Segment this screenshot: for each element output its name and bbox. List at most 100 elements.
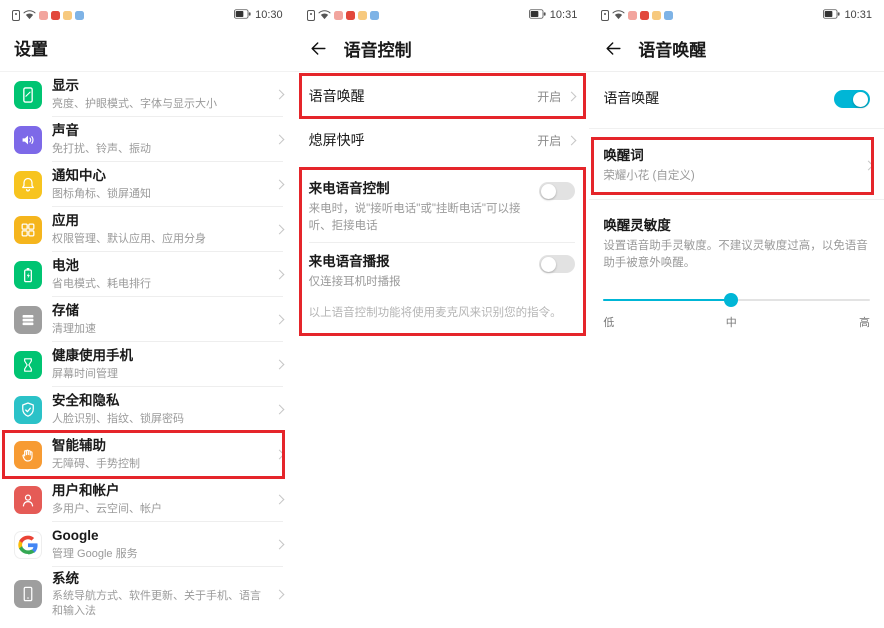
voice-wakeup-label: 语音唤醒 xyxy=(603,88,834,108)
settings-item-subtitle: 省电模式、耗电排行 xyxy=(52,277,268,292)
battery-icon xyxy=(529,6,546,24)
slider-thumb[interactable] xyxy=(724,293,738,307)
sensitivity-slider[interactable] xyxy=(603,292,870,308)
app-notification-badge-1-icon xyxy=(334,11,343,20)
chevron-right-icon xyxy=(274,450,284,460)
shield-icon xyxy=(14,396,42,424)
settings-item-google[interactable]: Google管理 Google 服务 xyxy=(0,522,295,567)
chevron-right-icon xyxy=(274,135,284,145)
toggle-row-subtitle: 来电时，说"接听电话"或"挂断电话"可以接听、拒接电话 xyxy=(309,201,528,234)
settings-item-sound[interactable]: 声音免打扰、铃声、振动 xyxy=(0,117,295,162)
tick-low: 低 xyxy=(603,314,614,330)
settings-item-user[interactable]: 用户和帐户多用户、云空间、帐户 xyxy=(0,477,295,522)
settings-item-storage[interactable]: 存储清理加速 xyxy=(0,297,295,342)
voice-control-row[interactable]: 熄屏快呼开启 xyxy=(295,120,590,160)
panel-voice-control: 10:31 语音控制 语音唤醒开启熄屏快呼开启 来电语音控制来电时，说"接听电话… xyxy=(295,0,590,628)
wake-word-row[interactable]: 唤醒词 荣耀小花 (自定义) xyxy=(589,139,884,193)
back-arrow-icon[interactable] xyxy=(603,39,623,59)
header-title: 语音控制 xyxy=(344,36,412,61)
settings-item-label: 系统 xyxy=(52,570,268,588)
chevron-right-icon xyxy=(274,405,284,415)
settings-item-label: 应用 xyxy=(52,212,268,230)
back-arrow-icon[interactable] xyxy=(309,39,329,59)
storage-icon xyxy=(14,306,42,334)
wake-word-value: 荣耀小花 (自定义) xyxy=(603,168,865,185)
hand-icon xyxy=(14,441,42,469)
settings-item-display[interactable]: 显示亮度、护眼模式、字体与显示大小 xyxy=(0,72,295,117)
toggle-switch[interactable] xyxy=(539,255,575,273)
google-icon xyxy=(14,531,42,559)
chevron-right-icon xyxy=(274,90,284,100)
settings-item-bell[interactable]: 通知中心图标角标、锁屏通知 xyxy=(0,162,295,207)
app-notification-badge-2-icon xyxy=(51,11,60,20)
sensitivity-ticks: 低 中 高 xyxy=(603,314,870,330)
settings-item-shield[interactable]: 安全和隐私人脸识别、指纹、锁屏密码 xyxy=(0,387,295,432)
chevron-right-icon xyxy=(864,161,874,171)
row-value: 开启 xyxy=(537,132,561,149)
chevron-right-icon xyxy=(274,315,284,325)
app-notification-badge-2-icon xyxy=(346,11,355,20)
sim-doc-icon xyxy=(601,10,609,21)
panel-voice-wakeup: 10:31 语音唤醒 语音唤醒 唤醒词 荣耀小花 (自定义) 唤醒灵敏度 设置语… xyxy=(589,0,884,628)
page-title: 设置 xyxy=(0,28,295,72)
app-notification-badge-3-icon xyxy=(63,11,72,20)
app-notification-badge-4-icon xyxy=(370,11,379,20)
bell-icon xyxy=(14,171,42,199)
hourglass-icon xyxy=(14,351,42,379)
battery-icon xyxy=(823,6,840,24)
settings-item-subtitle: 清理加速 xyxy=(52,322,268,337)
settings-item-hand[interactable]: 智能辅助无障碍、手势控制 xyxy=(0,432,295,477)
toggle-row-subtitle: 仅连接耳机时播报 xyxy=(309,274,528,291)
settings-item-label: 声音 xyxy=(52,122,268,140)
app-notification-badge-4-icon xyxy=(664,11,673,20)
tick-high: 高 xyxy=(859,314,870,330)
settings-item-subtitle: 多用户、云空间、帐户 xyxy=(52,502,268,517)
triple-screenshot-canvas: 10:30 设置 显示亮度、护眼模式、字体与显示大小声音免打扰、铃声、振动通知中… xyxy=(0,0,884,628)
settings-item-label: 用户和帐户 xyxy=(52,482,268,500)
battery-green-icon xyxy=(14,261,42,289)
voice-control-link-rows: 语音唤醒开启熄屏快呼开启 xyxy=(295,76,590,160)
settings-item-apps-grid[interactable]: 应用权限管理、默认应用、应用分身 xyxy=(0,207,295,252)
app-notification-badge-3-icon xyxy=(358,11,367,20)
header-voice-wakeup: 语音唤醒 xyxy=(589,28,884,72)
settings-item-subtitle: 无障碍、手势控制 xyxy=(52,457,268,472)
voice-control-toggle-row: 来电语音播报仅连接耳机时播报 xyxy=(295,243,590,299)
app-notification-badge-4-icon xyxy=(75,11,84,20)
app-notification-badge-2-icon xyxy=(640,11,649,20)
voice-control-toggle-row: 来电语音控制来电时，说"接听电话"或"挂断电话"可以接听、拒接电话 xyxy=(295,170,590,242)
toggle-switch[interactable] xyxy=(539,182,575,200)
sound-icon xyxy=(14,126,42,154)
settings-item-label: 智能辅助 xyxy=(52,437,268,455)
wifi-icon xyxy=(23,10,36,20)
settings-item-battery-green[interactable]: 电池省电模式、耗电排行 xyxy=(0,252,295,297)
voice-control-toggle-rows: 来电语音控制来电时，说"接听电话"或"挂断电话"可以接听、拒接电话来电语音播报仅… xyxy=(295,170,590,299)
sensitivity-section: 唤醒灵敏度 设置语音助手灵敏度。不建议灵敏度过高，以免语音助手被意外唤醒。 xyxy=(589,200,884,273)
chevron-right-icon xyxy=(274,540,284,550)
settings-item-system[interactable]: 系统系统导航方式、软件更新、关于手机、语言和输入法 xyxy=(0,567,295,622)
settings-item-label: 安全和隐私 xyxy=(52,392,268,410)
sim-doc-icon xyxy=(307,10,315,21)
settings-item-subtitle: 免打扰、铃声、振动 xyxy=(52,142,268,157)
settings-item-label: 电池 xyxy=(52,257,268,275)
display-icon xyxy=(14,81,42,109)
status-icons-left xyxy=(12,10,84,21)
settings-item-label: 存储 xyxy=(52,302,268,320)
sensitivity-description: 设置语音助手灵敏度。不建议灵敏度过高，以免语音助手被意外唤醒。 xyxy=(603,238,870,273)
apps-grid-icon xyxy=(14,216,42,244)
app-notification-badge-1-icon xyxy=(628,11,637,20)
status-time: 10:31 xyxy=(844,9,872,21)
voice-wakeup-toggle[interactable] xyxy=(834,90,870,108)
status-time: 10:30 xyxy=(255,9,283,21)
toggle-row-label: 来电语音播报 xyxy=(309,253,528,272)
status-bar: 10:31 xyxy=(295,0,590,28)
tick-mid: 中 xyxy=(726,314,737,330)
settings-item-label: Google xyxy=(52,527,268,545)
chevron-right-icon xyxy=(567,135,577,145)
status-time: 10:31 xyxy=(550,9,578,21)
settings-item-hourglass[interactable]: 健康使用手机屏幕时间管理 xyxy=(0,342,295,387)
chevron-right-icon xyxy=(274,360,284,370)
system-icon xyxy=(14,580,42,608)
settings-item-label: 显示 xyxy=(52,77,268,95)
voice-control-row[interactable]: 语音唤醒开启 xyxy=(295,76,590,116)
chevron-right-icon xyxy=(274,590,284,600)
